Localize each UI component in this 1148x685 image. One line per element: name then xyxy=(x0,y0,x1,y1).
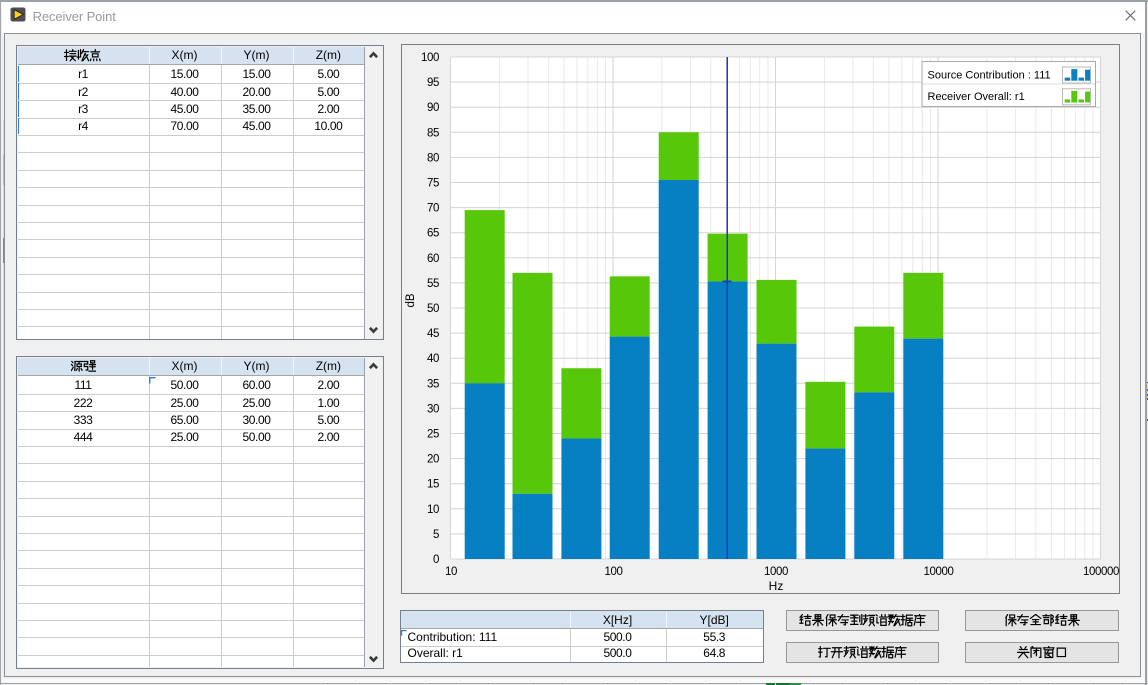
svg-text:35: 35 xyxy=(427,378,439,390)
svg-text:40: 40 xyxy=(427,353,439,365)
svg-text:100000: 100000 xyxy=(1083,566,1119,578)
svg-text:dB: dB xyxy=(405,293,417,307)
svg-text:65: 65 xyxy=(427,228,439,240)
svg-text:95: 95 xyxy=(427,77,439,89)
svg-text:85: 85 xyxy=(427,127,439,139)
svg-text:25: 25 xyxy=(427,429,439,441)
svg-text:100: 100 xyxy=(421,52,439,64)
svg-text:90: 90 xyxy=(427,102,439,114)
svg-text:80: 80 xyxy=(427,152,439,164)
svg-text:55: 55 xyxy=(427,278,439,290)
svg-text:20: 20 xyxy=(427,454,439,466)
svg-text:30: 30 xyxy=(427,403,439,415)
svg-text:100: 100 xyxy=(604,566,622,578)
svg-text:10: 10 xyxy=(445,566,457,578)
svg-text:10: 10 xyxy=(427,504,439,516)
svg-text:45: 45 xyxy=(427,328,439,340)
svg-text:75: 75 xyxy=(427,178,439,190)
svg-text:Source Contribution : 111: Source Contribution : 111 xyxy=(927,70,1050,82)
svg-text:1000: 1000 xyxy=(764,566,788,578)
svg-text:70: 70 xyxy=(427,203,439,215)
svg-text:Hz: Hz xyxy=(768,579,783,593)
svg-text:5: 5 xyxy=(433,529,439,541)
svg-text:Receiver Overall: r1: Receiver Overall: r1 xyxy=(927,91,1024,103)
svg-text:10000: 10000 xyxy=(923,566,953,578)
svg-text:0: 0 xyxy=(433,554,439,566)
svg-text:60: 60 xyxy=(427,253,439,265)
svg-text:50: 50 xyxy=(427,303,439,315)
svg-text:15: 15 xyxy=(427,479,439,491)
